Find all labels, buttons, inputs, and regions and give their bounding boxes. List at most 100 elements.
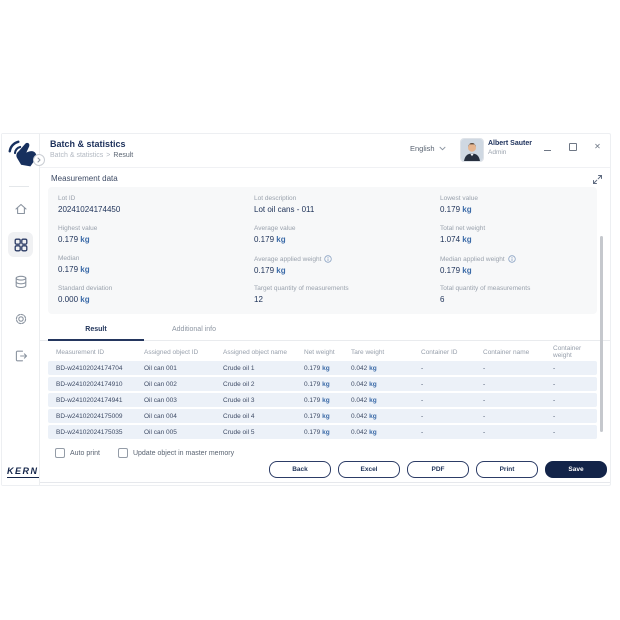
update-object-in-master-memory-checkbox[interactable]: Update object in master memory xyxy=(118,448,234,458)
column-header-tare-weight: Tare weight xyxy=(351,349,421,356)
avatar[interactable] xyxy=(460,138,484,162)
excel-button[interactable]: Excel xyxy=(338,461,400,478)
table-row[interactable]: BD-w24102024175009Oil can 004Crude oil 4… xyxy=(48,409,597,423)
sidebar-item-logout[interactable] xyxy=(8,343,33,368)
table-row[interactable]: BD-w24102024174941Oil can 003Crude oil 3… xyxy=(48,393,597,407)
value-number: 0.000 xyxy=(58,295,78,304)
minimize-button[interactable] xyxy=(543,141,552,153)
stat-value: 0.179 kg xyxy=(254,266,440,275)
sidebar-item-apps[interactable] xyxy=(8,232,33,257)
column-header-measurement-id: Measurement ID xyxy=(56,349,144,356)
back-button[interactable]: Back xyxy=(269,461,331,478)
value-number: 20241024174450 xyxy=(58,205,120,214)
value-number: 0.179 xyxy=(58,235,78,244)
value-number: 0.179 xyxy=(254,235,274,244)
column-header-assigned-object-name: Assigned object name xyxy=(223,349,304,356)
pdf-button[interactable]: PDF xyxy=(407,461,469,478)
tab-additional-info[interactable]: Additional info xyxy=(144,320,244,339)
breadcrumb-parent[interactable]: Batch & statistics xyxy=(50,152,103,159)
table-cell: BD-w24102024174941 xyxy=(56,397,144,404)
value-unit: kg xyxy=(460,235,472,244)
sidebar-item-settings[interactable] xyxy=(8,306,33,331)
value-number: 12 xyxy=(254,295,263,304)
stat-lot-id: Lot ID 20241024174450 xyxy=(58,195,254,225)
stat-label: Lowest value xyxy=(440,195,597,202)
table-cell: Crude oil 1 xyxy=(223,365,304,372)
stat-label: Total net weight xyxy=(440,225,597,232)
value-unit: kg xyxy=(274,266,286,275)
table-row[interactable]: BD-w24102024175035Oil can 005Crude oil 5… xyxy=(48,425,597,439)
table-cell: BD-w24102024174704 xyxy=(56,365,144,372)
auto-print-checkbox[interactable]: Auto print xyxy=(55,448,100,458)
table-cell: - xyxy=(421,413,483,420)
table-cell: - xyxy=(553,381,597,388)
stats-grid: Lot ID20241024174450Lot descriptionLot o… xyxy=(48,187,597,314)
value-number: 0.179 xyxy=(304,413,320,420)
stat-value: 0.000 kg xyxy=(58,295,254,304)
table-cell: - xyxy=(483,429,553,436)
table-cell: Oil can 004 xyxy=(144,413,223,420)
table-cell: 0.042 kg xyxy=(351,413,421,420)
stat-label: Median xyxy=(58,255,254,262)
table-cell: - xyxy=(483,381,553,388)
table-cell: Oil can 001 xyxy=(144,365,223,372)
value-number: 0.042 xyxy=(351,397,367,404)
vertical-scrollbar[interactable] xyxy=(600,236,603,432)
table-cell: 0.042 kg xyxy=(351,429,421,436)
info-icon[interactable] xyxy=(324,255,332,263)
maximize-button[interactable] xyxy=(568,141,577,153)
stat-label: Median applied weight xyxy=(440,255,597,263)
value-number: 0.042 xyxy=(351,429,367,436)
panel-title: Measurement data xyxy=(51,174,118,183)
save-button[interactable]: Save xyxy=(545,461,607,478)
table-cell: 0.179 kg xyxy=(304,429,351,436)
table-cell: - xyxy=(553,365,597,372)
column-header-assigned-object-id: Assigned object ID xyxy=(144,349,223,356)
table-cell: Crude oil 2 xyxy=(223,381,304,388)
table-row[interactable]: BD-w24102024174910Oil can 002Crude oil 2… xyxy=(48,377,597,391)
stat-value: 0.179 kg xyxy=(58,265,254,274)
expand-panel-icon[interactable] xyxy=(592,172,603,183)
value-number: 0.179 xyxy=(304,365,320,372)
language-dropdown[interactable]: English xyxy=(410,144,446,153)
user-role: Admin xyxy=(488,149,506,156)
table-body: BD-w24102024174704Oil can 001Crude oil 1… xyxy=(48,361,597,441)
table-cell: 0.179 kg xyxy=(304,381,351,388)
stat-label: Lot ID xyxy=(58,195,254,202)
stat-target-quantity-of-measurements: Target quantity of measurements 12 xyxy=(254,285,440,315)
value-unit: kg xyxy=(320,365,329,372)
checkbox-box[interactable] xyxy=(55,448,65,458)
sidebar-collapse-toggle[interactable] xyxy=(33,154,45,166)
value-unit: kg xyxy=(320,413,329,420)
stat-value: 1.074 kg xyxy=(440,235,597,244)
value-unit: kg xyxy=(367,397,376,404)
info-icon[interactable] xyxy=(508,255,516,263)
close-button[interactable]: ✕ xyxy=(593,141,602,153)
stat-lowest-value: Lowest value0.179 kg xyxy=(440,195,597,225)
checkbox-box[interactable] xyxy=(118,448,128,458)
table-cell: 0.042 kg xyxy=(351,397,421,404)
sidebar-item-home[interactable] xyxy=(8,196,33,221)
tabs-bar: Result Additional info xyxy=(40,320,610,341)
table-cell: - xyxy=(421,397,483,404)
table-cell: BD-w24102024174910 xyxy=(56,381,144,388)
value-unit: kg xyxy=(367,381,376,388)
value-unit: kg xyxy=(367,365,376,372)
tab-result[interactable]: Result xyxy=(48,320,144,341)
table-cell: Crude oil 3 xyxy=(223,397,304,404)
value-number: 0.042 xyxy=(351,413,367,420)
value-number: 0.179 xyxy=(304,397,320,404)
measurement-data-panel: Measurement data Lot ID20241024174450Lot… xyxy=(40,167,610,483)
language-selected: English xyxy=(410,144,435,153)
gear-icon xyxy=(14,312,28,326)
checkbox-row: Auto print Update object in master memory xyxy=(55,448,234,458)
value-number: Lot oil cans - 011 xyxy=(254,205,314,214)
value-unit: kg xyxy=(367,429,376,436)
value-number: 6 xyxy=(440,295,444,304)
database-icon xyxy=(14,275,28,289)
table-row[interactable]: BD-w24102024174704Oil can 001Crude oil 1… xyxy=(48,361,597,375)
sidebar-item-database[interactable] xyxy=(8,269,33,294)
stat-label: Highest value xyxy=(58,225,254,232)
print-button[interactable]: Print xyxy=(476,461,538,478)
stat-label: Target quantity of measurements xyxy=(254,285,440,292)
